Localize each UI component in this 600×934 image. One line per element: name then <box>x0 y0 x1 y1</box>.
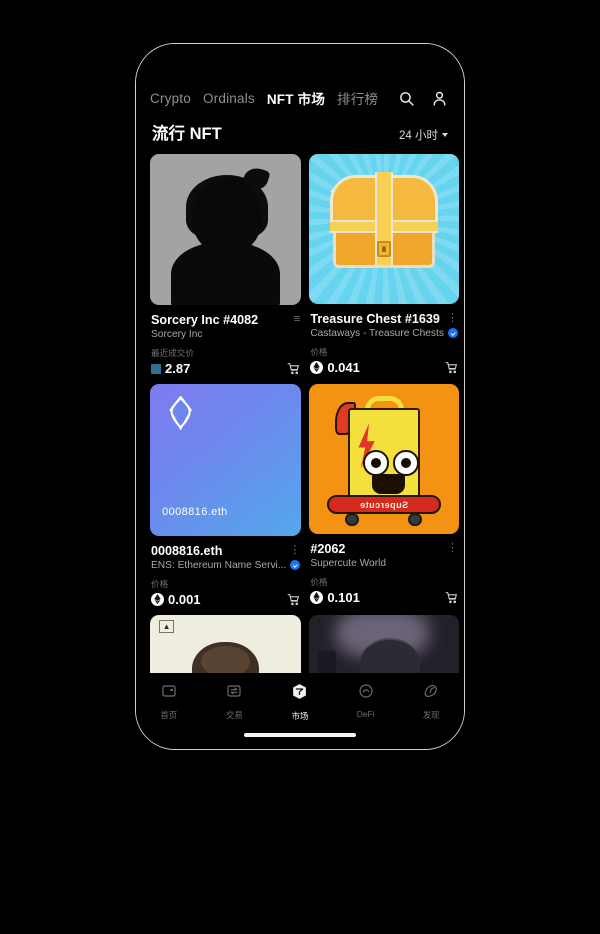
nft-collection: Castaways - Treasure Chests <box>310 328 458 339</box>
eth-token-icon <box>310 360 324 374</box>
sponsor-logo-row: TR BECA FEST VAL ™ McLaren FORMULA 1 TEA… <box>0 825 600 934</box>
nft-card-sorcery[interactable]: Sorcery Inc #4082 ≡ Sorcery Inc 最近成交价 2.… <box>150 154 302 376</box>
price-label: 价格 <box>310 576 328 587</box>
ens-domain-label: 0008816.eth <box>162 505 228 518</box>
treasure-chest-artwork: ✦ ✦ <box>309 154 459 304</box>
nft-thumbnail[interactable] <box>150 154 302 306</box>
bottom-tab-bar: 首页 交易 市场 DeFi 发现 <box>136 673 464 749</box>
nft-card-treasure-chest[interactable]: ✦ ✦ Treasure Chest #1639 ⋮ <box>309 154 459 376</box>
nft-meta: Treasure Chest #1639 ⋮ Castaways - Treas… <box>309 304 459 375</box>
nft-price: 0.041 <box>310 360 360 375</box>
nft-card-partial-right[interactable] <box>309 614 459 677</box>
swap-icon <box>226 683 242 704</box>
nft-collection: Supercute World <box>310 558 458 569</box>
top-navigation: Crypto Ordinals NFT 市场 排行榜 <box>136 44 464 108</box>
ens-logo-icon <box>169 396 192 430</box>
ens-artwork: 0008816.eth <box>150 384 302 536</box>
phone-screen: Crypto Ordinals NFT 市场 排行榜 流行 NFT 24 小时 … <box>136 44 464 749</box>
price-value: 0.101 <box>327 589 360 605</box>
nft-name: #2062 <box>310 541 346 556</box>
nft-card-supercute[interactable]: Supercute #2062 ⋮ Supercute World 价格 0.1… <box>309 384 459 606</box>
price-label: 价格 <box>310 346 328 357</box>
nft-name: Sorcery Inc #4082 <box>151 313 259 328</box>
tab-home[interactable]: 首页 <box>136 683 202 721</box>
nft-name: 0008816.eth <box>151 543 223 558</box>
cart-icon[interactable] <box>287 362 300 375</box>
screenshot-canvas: Crypto Ordinals NFT 市场 排行榜 流行 NFT 24 小时 … <box>0 0 600 934</box>
cart-icon[interactable] <box>445 591 458 604</box>
tab-trade[interactable]: 交易 <box>202 683 268 721</box>
partial-artwork-left: ▲ <box>150 614 302 677</box>
tab-label: 市场 <box>291 711 309 721</box>
home-indicator <box>244 732 356 737</box>
price-value: 0.001 <box>168 591 201 607</box>
collection-name: Castaways - Treasure Chests <box>310 327 444 339</box>
chevron-down-icon <box>442 133 448 137</box>
verified-badge-icon <box>290 560 301 571</box>
phone-frame: Crypto Ordinals NFT 市场 排行榜 流行 NFT 24 小时 … <box>135 43 465 750</box>
nft-thumbnail[interactable]: 0008816.eth <box>150 384 302 536</box>
more-options-icon[interactable]: ⋮ <box>447 312 458 324</box>
sorcery-artwork <box>150 154 302 306</box>
nft-price: 2.87 <box>151 361 190 376</box>
nft-collection: ENS: Ethereum Name Servi... <box>151 559 301 571</box>
price-value: 2.87 <box>165 361 191 377</box>
section-header: 流行 NFT 24 小时 <box>136 108 464 154</box>
nav-icon-group <box>398 90 450 107</box>
partial-artwork-right <box>309 614 459 677</box>
nft-meta: 0008816.eth ⋮ ENS: Ethereum Name Servi..… <box>150 536 301 607</box>
verified-badge-icon <box>447 328 458 339</box>
tab-label: 发现 <box>422 710 440 720</box>
period-label: 24 小时 <box>399 130 438 142</box>
page-title: 流行 NFT <box>152 125 222 143</box>
price-value: 0.041 <box>327 359 360 375</box>
nav-tab-crypto[interactable]: Crypto <box>150 91 191 106</box>
supercute-artwork: Supercute <box>309 384 459 534</box>
tab-discover[interactable]: 发现 <box>398 683 464 721</box>
home-icon <box>161 683 177 704</box>
nft-meta: Sorcery Inc #4082 ≡ Sorcery Inc 最近成交价 2.… <box>150 305 301 376</box>
nft-thumbnail[interactable]: ✦ ✦ <box>309 154 459 304</box>
market-icon <box>291 683 308 705</box>
tab-market[interactable]: 市场 <box>267 683 333 722</box>
collection-name: ENS: Ethereum Name Servi... <box>151 559 287 571</box>
eth-token-icon <box>151 592 164 606</box>
user-icon[interactable] <box>431 90 448 107</box>
search-icon[interactable] <box>398 90 415 107</box>
tab-defi[interactable]: DeFi <box>333 683 399 719</box>
cart-icon[interactable] <box>287 593 300 606</box>
nav-tab-ordinals[interactable]: Ordinals <box>203 91 255 106</box>
nft-name: Treasure Chest #1639 <box>310 311 440 326</box>
nft-thumbnail[interactable]: ▲ <box>150 614 302 677</box>
tab-label: DeFi <box>356 709 375 719</box>
nft-grid: Sorcery Inc #4082 ≡ Sorcery Inc 最近成交价 2.… <box>136 154 464 677</box>
nft-thumbnail[interactable] <box>309 614 459 677</box>
skateboard-label: Supercute <box>359 499 409 510</box>
more-options-icon[interactable]: ⋮ <box>289 544 300 556</box>
tab-label: 交易 <box>226 710 243 720</box>
cart-icon[interactable] <box>445 361 458 374</box>
nft-price: 0.001 <box>151 592 201 607</box>
nft-thumbnail[interactable]: Supercute <box>309 384 459 534</box>
nft-card-partial-left[interactable]: ▲ <box>150 614 302 677</box>
collection-name: Sorcery Inc <box>151 329 203 341</box>
nav-tab-rankings[interactable]: 排行榜 <box>337 88 378 108</box>
eth-token-icon <box>310 590 324 604</box>
nft-card-ens[interactable]: 0008816.eth 0008816.eth ⋮ ENS: Ethereum … <box>150 384 302 607</box>
price-label: 价格 <box>151 578 169 589</box>
nft-meta: #2062 ⋮ Supercute World 价格 0.101 <box>309 534 459 605</box>
tab-label: 首页 <box>160 710 178 720</box>
more-options-icon[interactable]: ≡ <box>294 313 300 325</box>
btc-token-icon <box>151 363 161 374</box>
nft-collection: Sorcery Inc <box>151 329 300 340</box>
price-label: 最近成交价 <box>151 348 194 359</box>
defi-icon <box>358 683 374 704</box>
discover-icon <box>423 683 439 704</box>
collection-name: Supercute World <box>310 557 387 569</box>
nft-price: 0.101 <box>310 590 360 605</box>
collection-badge-icon: ▲ <box>159 620 175 634</box>
more-options-icon[interactable]: ⋮ <box>447 542 458 554</box>
period-selector[interactable]: 24 小时 <box>399 127 448 143</box>
nav-tab-nft-market[interactable]: NFT 市场 <box>267 88 325 108</box>
